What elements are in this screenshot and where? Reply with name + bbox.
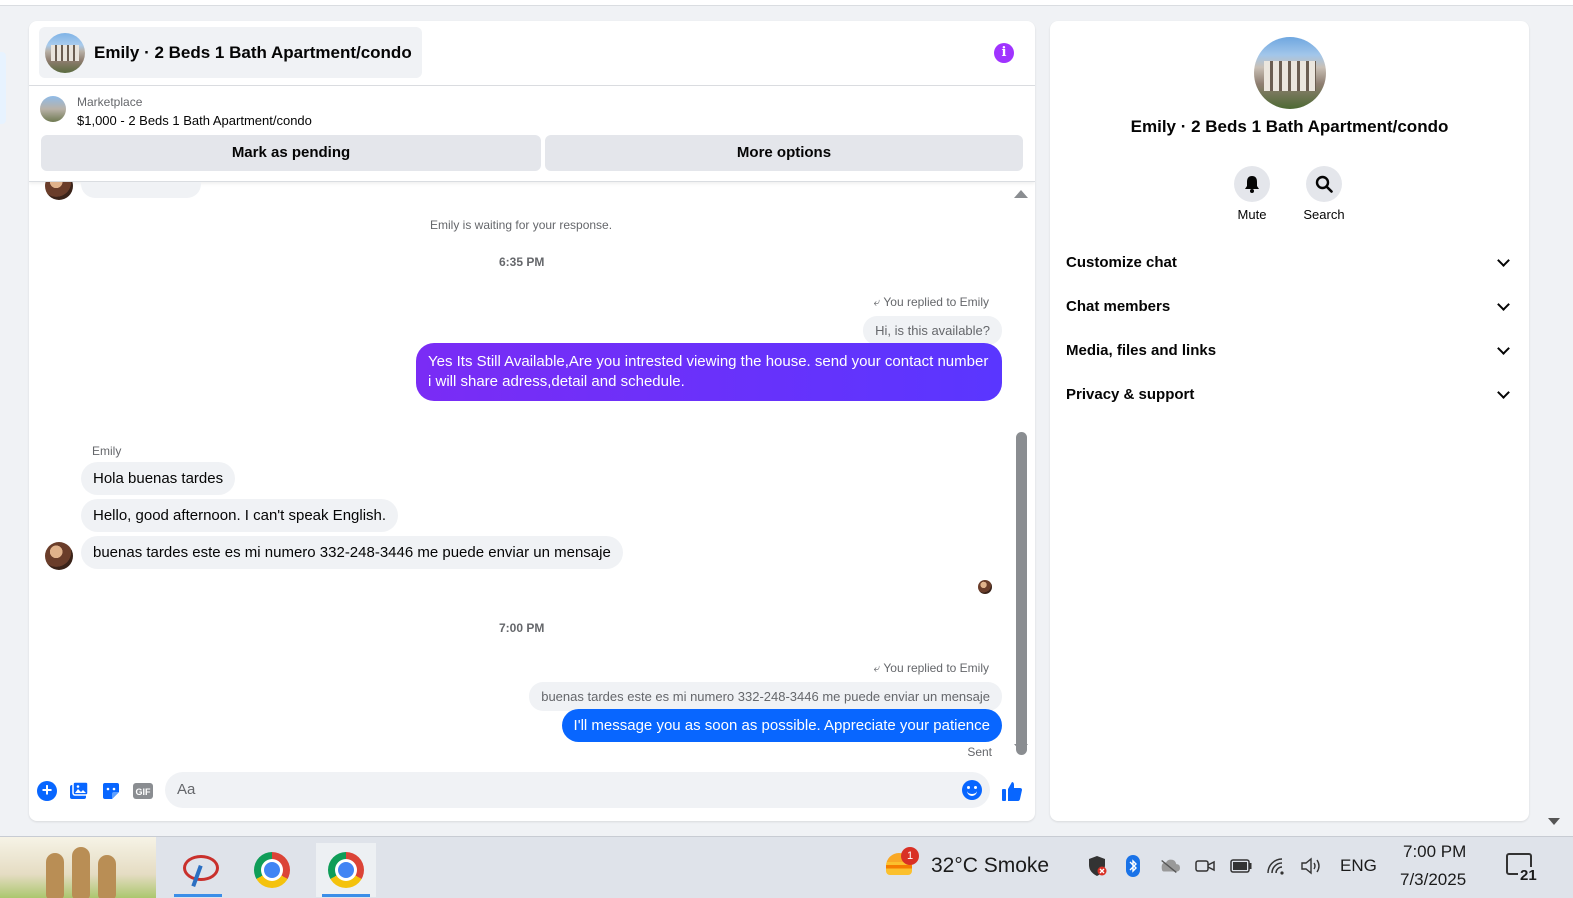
sticker-icon[interactable]	[100, 780, 122, 802]
sender-avatar	[45, 182, 73, 200]
gif-icon[interactable]: GIF	[132, 780, 154, 802]
outgoing-message[interactable]: Yes Its Still Available,Are you intreste…	[416, 343, 1002, 401]
outgoing-message[interactable]: I'll message you as soon as possible. Ap…	[561, 709, 1002, 742]
sender-name: Emily	[92, 444, 122, 458]
weather-text[interactable]: 32°C Smoke	[931, 854, 1049, 878]
section-label: Media, files and links	[1066, 341, 1217, 359]
listing-price[interactable]: $1,000 - 2 Beds 1 Bath Apartment/condo	[77, 113, 312, 128]
chrome-profile-icon	[328, 852, 364, 888]
plus-icon[interactable]: +	[36, 780, 58, 802]
mute-button[interactable]: Mute	[1222, 166, 1282, 222]
chat-header: Emily · 2 Beds 1 Bath Apartment/condo i	[29, 21, 1035, 86]
section-media-files-links[interactable]: Media, files and links	[1066, 332, 1514, 368]
message-list: Emily is waiting for your response. 6:35…	[29, 182, 1035, 766]
listing-avatar	[45, 32, 85, 73]
onedrive-icon[interactable]	[1158, 855, 1180, 877]
info-icon[interactable]: i	[994, 43, 1014, 63]
clock-date[interactable]: 7/3/2025	[1400, 870, 1466, 890]
chat-title: Emily · 2 Beds 1 Bath Apartment/condo	[94, 42, 412, 62]
emoji-icon[interactable]	[962, 780, 982, 800]
section-label: Chat members	[1066, 297, 1171, 315]
top-strip	[0, 0, 1573, 6]
chat-info-panel: Emily · 2 Beds 1 Bath Apartment/condo Mu…	[1050, 21, 1529, 821]
photo-icon[interactable]	[68, 780, 90, 802]
chevron-down-icon	[1497, 341, 1510, 355]
reply-note: ⤶ You replied to Emily	[874, 295, 989, 310]
sender-avatar[interactable]	[45, 542, 73, 570]
chat-title-button[interactable]: Emily · 2 Beds 1 Bath Apartment/condo	[39, 27, 422, 78]
search-label: Search	[1303, 207, 1345, 222]
section-privacy-support[interactable]: Privacy & support	[1066, 376, 1514, 412]
meet-now-icon[interactable]	[1194, 855, 1216, 877]
chevron-down-icon	[1497, 253, 1510, 267]
more-options-button[interactable]: More options	[545, 135, 1023, 171]
quoted-message[interactable]: buenas tardes este es mi numero 332-248-…	[529, 682, 1002, 711]
profile-avatar[interactable]	[1254, 37, 1326, 109]
clock-time[interactable]: 7:00 PM	[1403, 842, 1466, 862]
marketplace-banner: Marketplace $1,000 - 2 Beds 1 Bath Apart…	[29, 86, 1035, 182]
incoming-message[interactable]: Hello, good afternoon. I can't speak Eng…	[81, 499, 399, 532]
left-nav-sliver[interactable]	[0, 52, 6, 124]
scroll-down-arrow[interactable]	[1014, 744, 1028, 752]
chrome-app[interactable]	[242, 843, 302, 897]
incoming-message[interactable]: Hola buenas tardes	[81, 462, 236, 495]
reply-arrow-icon: ⤶	[873, 295, 881, 309]
meerkat-figure	[98, 855, 116, 898]
meerkat-figure	[72, 847, 90, 898]
taskbar: 1 32°C Smoke ENG 7:00 PM 7/3/2025 21	[0, 836, 1573, 898]
app-running-indicator	[174, 894, 222, 897]
timestamp: 7:00 PM	[499, 621, 545, 635]
desktop-wallpaper-tile[interactable]	[0, 837, 156, 898]
chrome-profile-app[interactable]	[316, 843, 376, 897]
marketplace-label: Marketplace	[77, 95, 143, 109]
composer: + GIF	[29, 766, 1035, 821]
reply-note-text: You replied to Emily	[883, 661, 989, 675]
notification-count: 21	[1518, 867, 1539, 884]
incoming-message[interactable]: buenas tardes este es mi numero 332-248-…	[81, 536, 623, 569]
bell-icon	[1234, 166, 1270, 202]
weather-badge: 1	[901, 847, 919, 865]
chrome-icon	[254, 852, 290, 888]
gif-icon-label: GIF	[136, 787, 152, 797]
section-label: Customize chat	[1066, 253, 1177, 271]
mute-label: Mute	[1237, 207, 1267, 222]
quoted-message[interactable]: Hi, is this available?	[863, 316, 1002, 345]
reply-note-text: You replied to Emily	[883, 295, 989, 309]
app-running-indicator	[322, 894, 370, 897]
chevron-down-icon	[1497, 385, 1510, 399]
snipping-tool-app[interactable]	[168, 843, 228, 897]
volume-icon[interactable]	[1300, 855, 1322, 877]
message-status: Sent	[967, 745, 992, 759]
page-scroll-down-arrow[interactable]	[1548, 818, 1560, 825]
weather-widget-icon[interactable]: 1	[884, 847, 919, 877]
partial-bubble	[81, 182, 201, 198]
search-icon	[1306, 166, 1342, 202]
mark-as-pending-button[interactable]: Mark as pending	[41, 135, 541, 171]
listing-thumbnail[interactable]	[40, 96, 66, 122]
bluetooth-icon[interactable]	[1122, 855, 1144, 877]
waiting-notice: Emily is waiting for your response.	[430, 218, 613, 232]
reply-note: ⤶ You replied to Emily	[874, 661, 989, 676]
security-shield-icon[interactable]	[1086, 855, 1108, 877]
seen-indicator-avatar	[978, 580, 992, 594]
battery-icon[interactable]	[1230, 855, 1252, 877]
section-chat-members[interactable]: Chat members	[1066, 288, 1514, 324]
scroll-up-arrow[interactable]	[1014, 190, 1028, 198]
section-label: Privacy & support	[1066, 385, 1195, 403]
language-indicator[interactable]: ENG	[1340, 856, 1377, 876]
message-input[interactable]	[177, 781, 937, 798]
scrollbar-thumb[interactable]	[1016, 432, 1027, 755]
chat-panel: Emily · 2 Beds 1 Bath Apartment/condo i …	[29, 21, 1035, 821]
reply-arrow-icon: ⤶	[873, 661, 881, 675]
wifi-icon[interactable]	[1266, 855, 1288, 877]
thumbs-up-icon[interactable]	[1001, 780, 1023, 802]
profile-name: Emily · 2 Beds 1 Bath Apartment/condo	[1130, 117, 1449, 136]
message-input-box[interactable]	[165, 772, 990, 808]
search-button[interactable]: Search	[1294, 166, 1354, 222]
meerkat-figure	[46, 853, 64, 898]
timestamp: 6:35 PM	[499, 255, 545, 269]
snipping-tool-icon	[181, 853, 219, 887]
chevron-down-icon	[1497, 297, 1510, 311]
section-customize-chat[interactable]: Customize chat	[1066, 244, 1514, 280]
